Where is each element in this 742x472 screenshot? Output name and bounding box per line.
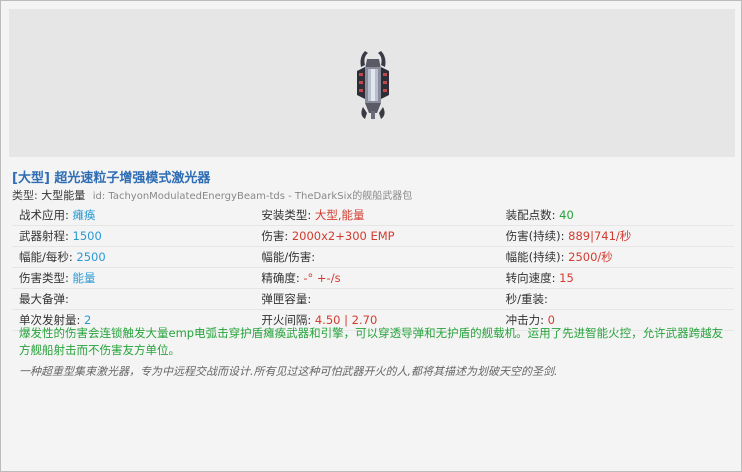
stat-value: 2000x2+300 EMP	[291, 229, 395, 243]
stats-row: 幅能/每秒: 2500 幅能/伤害: 幅能(持续): 2500/秒	[12, 247, 734, 268]
stat-label: 伤害(持续):	[505, 229, 565, 243]
stat-value: 889|741/秒	[568, 229, 632, 243]
stat-cell: 幅能/伤害:	[254, 249, 498, 265]
stat-cell: 最大备弹:	[12, 291, 254, 307]
stat-label: 伤害类型:	[19, 271, 69, 285]
stat-value: -° +-/s	[303, 271, 341, 285]
stat-cell: 武器射程: 1500	[12, 228, 254, 244]
stat-label: 安装类型:	[261, 208, 312, 222]
stat-cell: 弹匣容量:	[254, 291, 498, 307]
stat-cell: 秒/重装:	[499, 291, 734, 307]
stat-label: 幅能(持续):	[505, 250, 565, 264]
stat-label: 幅能/每秒:	[19, 250, 73, 264]
stat-cell: 装配点数: 40	[499, 207, 734, 223]
stat-label: 秒/重装:	[505, 292, 548, 306]
stat-value: 能量	[72, 271, 96, 285]
stat-value: 40	[559, 208, 574, 222]
stat-value: 1500	[72, 229, 102, 243]
stats-table: 战术应用: 瘫痪 安装类型: 大型,能量 装配点数: 40 武器射程: 1500…	[12, 205, 734, 331]
stat-cell: 精确度: -° +-/s	[254, 270, 498, 286]
stats-row: 战术应用: 瘫痪 安装类型: 大型,能量 装配点数: 40	[12, 205, 734, 226]
weapon-lore: 一种超重型集束激光器，专为中远程交战而设计.所有见过这种可怕武器开火的人,都将其…	[19, 365, 558, 378]
type-label: 类型:	[12, 189, 38, 202]
stat-cell: 战术应用: 瘫痪	[12, 207, 254, 223]
stat-cell: 伤害(持续): 889|741/秒	[499, 228, 734, 244]
stat-label: 转向速度:	[505, 271, 556, 285]
stat-cell: 伤害: 2000x2+300 EMP	[254, 228, 498, 244]
stat-cell: 伤害类型: 能量	[12, 270, 254, 286]
stat-cell: 安装类型: 大型,能量	[254, 207, 498, 223]
stat-label: 精确度:	[261, 271, 300, 285]
stats-row: 最大备弹: 弹匣容量: 秒/重装:	[12, 289, 734, 310]
stat-label: 最大备弹:	[19, 292, 69, 306]
weapon-id-text: id: TachyonModulatedEnergyBeam-tds - The…	[92, 191, 413, 202]
stat-value: 15	[559, 271, 574, 285]
stat-label: 弹匣容量:	[261, 292, 312, 306]
weapon-card: [大型] 超光速粒子增强模式激光器 类型: 大型能量 id: TachyonMo…	[0, 0, 742, 472]
weapon-type-line: 类型: 大型能量 id: TachyonModulatedEnergyBeam-…	[12, 187, 412, 203]
stat-value: 2500	[76, 250, 106, 264]
stat-value: 2500/秒	[568, 250, 613, 264]
stat-cell: 转向速度: 15	[499, 270, 734, 286]
stat-label: 战术应用:	[19, 208, 69, 222]
stat-value: 大型,能量	[314, 208, 365, 222]
weapon-description: 爆发性的伤害会连锁触发大量emp电弧击穿护盾瘫痪武器和引擎，可以穿透导弹和无护盾…	[19, 326, 724, 357]
type-value: 大型能量	[41, 189, 86, 202]
stat-label: 武器射程:	[19, 229, 69, 243]
weapon-sprite-icon	[357, 51, 389, 119]
stat-cell: 幅能/每秒: 2500	[12, 249, 254, 265]
weapon-preview-panel	[9, 9, 735, 157]
stats-row: 武器射程: 1500 伤害: 2000x2+300 EMP 伤害(持续): 88…	[12, 226, 734, 247]
stat-label: 幅能/伤害:	[261, 250, 316, 264]
stat-label: 伤害:	[261, 229, 289, 243]
stats-row: 伤害类型: 能量 精确度: -° +-/s 转向速度: 15	[12, 268, 734, 289]
weapon-title: [大型] 超光速粒子增强模式激光器	[12, 171, 211, 186]
stat-value: 瘫痪	[72, 208, 96, 222]
stat-cell: 幅能(持续): 2500/秒	[499, 249, 734, 265]
stat-label: 装配点数:	[505, 208, 556, 222]
